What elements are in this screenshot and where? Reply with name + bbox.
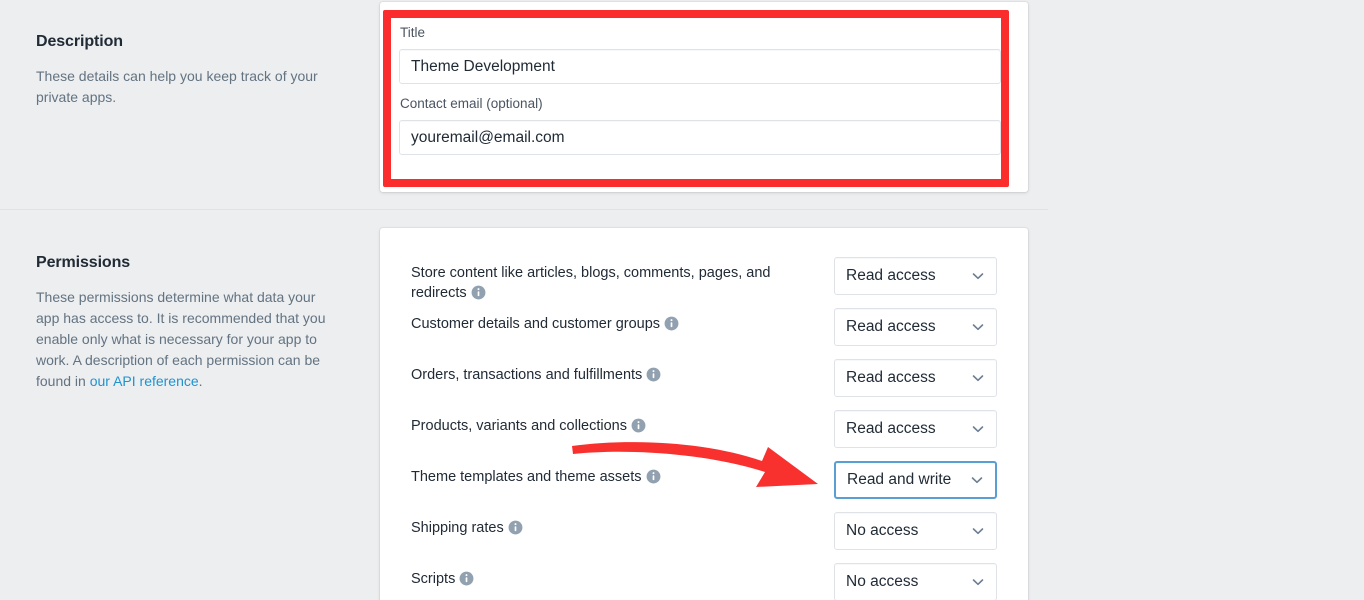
description-section-description: These details can help you keep track of… bbox=[36, 68, 318, 105]
permission-access-value: No access bbox=[846, 522, 919, 539]
permission-label: Theme templates and theme assets bbox=[411, 461, 661, 487]
permission-row: Theme templates and theme assets Read and… bbox=[411, 461, 997, 512]
permission-label: Scripts bbox=[411, 563, 474, 589]
chevron-down-icon bbox=[970, 319, 986, 335]
permission-label: Store content like articles, blogs, comm… bbox=[411, 257, 801, 303]
info-icon[interactable] bbox=[459, 571, 474, 586]
description-aside: Description These details can help you k… bbox=[36, 33, 336, 108]
contact-email-input[interactable] bbox=[399, 120, 1001, 155]
info-icon[interactable] bbox=[646, 469, 661, 484]
permission-label: Shipping rates bbox=[411, 512, 523, 538]
permission-access-value: No access bbox=[846, 573, 919, 590]
permission-access-value: Read access bbox=[846, 318, 936, 335]
permission-label: Orders, transactions and fulfillments bbox=[411, 359, 661, 385]
permissions-aside: Permissions These permissions determine … bbox=[36, 254, 336, 392]
permission-label-text: Scripts bbox=[411, 571, 456, 587]
permission-row: Store content like articles, blogs, comm… bbox=[411, 257, 997, 308]
permissions-section-description: These permissions determine what data yo… bbox=[36, 287, 336, 392]
permission-access-select[interactable]: No access bbox=[834, 512, 997, 550]
permission-access-value: Read access bbox=[846, 267, 936, 284]
permission-access-select[interactable]: Read access bbox=[834, 308, 997, 346]
chevron-down-icon bbox=[970, 523, 986, 539]
permission-access-select[interactable]: Read and write bbox=[834, 461, 997, 499]
description-section: Description These details can help you k… bbox=[0, 0, 1364, 209]
permission-row: Shipping rates No access bbox=[411, 512, 997, 563]
info-icon[interactable] bbox=[664, 316, 679, 331]
chevron-down-icon bbox=[970, 268, 986, 284]
info-icon[interactable] bbox=[631, 418, 646, 433]
permission-row: Customer details and customer groups Read… bbox=[411, 308, 997, 359]
chevron-down-icon bbox=[970, 370, 986, 386]
title-field-label: Title bbox=[400, 25, 426, 40]
permission-access-select[interactable]: Read access bbox=[834, 257, 997, 295]
permission-label-text: Shipping rates bbox=[411, 520, 504, 536]
contact-email-field-label: Contact email (optional) bbox=[400, 96, 543, 111]
permission-label-text: Theme templates and theme assets bbox=[411, 469, 642, 485]
permissions-description-text-after: . bbox=[198, 373, 203, 389]
permissions-section: Permissions These permissions determine … bbox=[0, 210, 1364, 600]
permission-label-text: Store content like articles, blogs, comm… bbox=[411, 265, 771, 301]
permission-label-text: Orders, transactions and fulfillments bbox=[411, 367, 643, 383]
title-field-group: Title bbox=[399, 24, 1001, 84]
permission-access-value: Read access bbox=[846, 420, 936, 437]
permission-access-value: Read access bbox=[846, 369, 936, 386]
permission-label-text: Customer details and customer groups bbox=[411, 316, 661, 332]
permission-row: Orders, transactions and fulfillments Rea… bbox=[411, 359, 997, 410]
permission-access-select[interactable]: Read access bbox=[834, 359, 997, 397]
contact-email-field-group: Contact email (optional) bbox=[399, 95, 1001, 155]
permission-row: Products, variants and collections Read a… bbox=[411, 410, 997, 461]
permission-label: Products, variants and collections bbox=[411, 410, 646, 436]
app-settings-page: Description These details can help you k… bbox=[0, 0, 1364, 600]
permission-access-select[interactable]: Read access bbox=[834, 410, 997, 448]
permission-row: Scripts No access bbox=[411, 563, 997, 600]
permission-access-select[interactable]: No access bbox=[834, 563, 997, 600]
info-icon[interactable] bbox=[646, 367, 661, 382]
info-icon[interactable] bbox=[471, 285, 486, 300]
permission-access-value: Read and write bbox=[847, 471, 952, 488]
permission-label-text: Products, variants and collections bbox=[411, 418, 627, 434]
permissions-section-title: Permissions bbox=[36, 254, 131, 271]
chevron-down-icon bbox=[970, 421, 986, 437]
api-reference-link[interactable]: our API reference bbox=[90, 373, 199, 389]
description-card: Title Contact email (optional) bbox=[380, 2, 1028, 192]
info-icon[interactable] bbox=[508, 520, 523, 535]
description-section-title: Description bbox=[36, 33, 123, 50]
permissions-card: Store content like articles, blogs, comm… bbox=[380, 228, 1028, 600]
permissions-list: Store content like articles, blogs, comm… bbox=[411, 257, 997, 600]
title-input[interactable] bbox=[399, 49, 1001, 84]
description-form: Title Contact email (optional) bbox=[399, 24, 1001, 155]
permission-label: Customer details and customer groups bbox=[411, 308, 679, 334]
chevron-down-icon bbox=[969, 472, 985, 488]
chevron-down-icon bbox=[970, 574, 986, 590]
